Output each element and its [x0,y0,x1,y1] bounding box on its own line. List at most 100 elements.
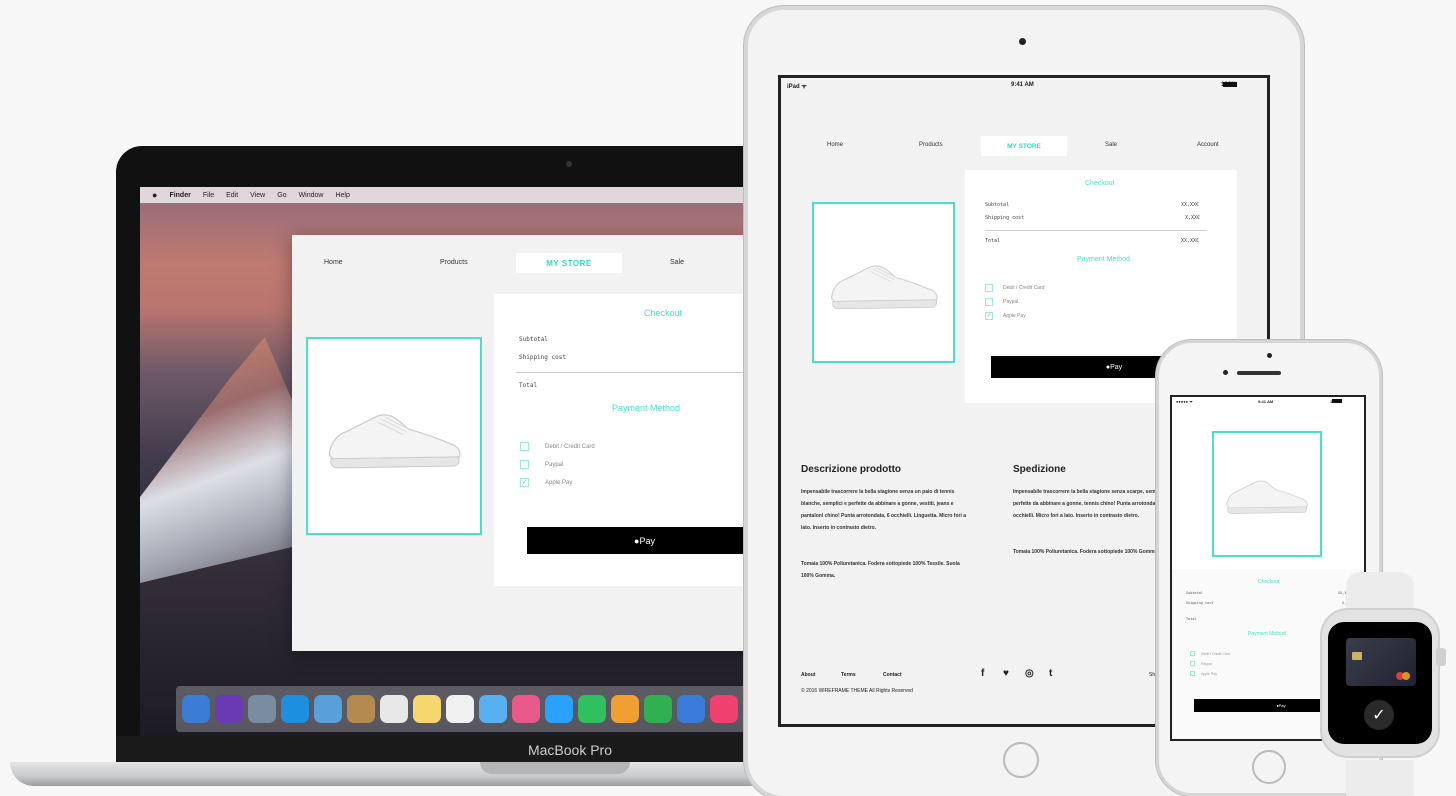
divider [985,230,1207,231]
checkbox-paypal[interactable] [520,460,529,469]
payment-option-applepay[interactable]: ✓ Apple Pay [1190,671,1217,676]
mastercard-icon [1396,672,1410,680]
ipad-camera [1019,38,1026,45]
menu-edit[interactable]: Edit [226,192,238,199]
sneaker-image [328,414,461,469]
footer-about[interactable]: About [801,672,815,678]
photos-icon[interactable] [479,695,507,723]
watch-crown[interactable] [1436,648,1446,666]
payment-option-card[interactable]: Debit / Credit Card [520,442,595,451]
checkbox-paypal[interactable] [1190,661,1195,666]
payment-method-title: Payment Method [612,403,681,413]
nav-products[interactable]: Products [440,259,468,266]
checkout-title: Checkout [1258,579,1280,585]
divider [516,372,760,373]
checkout-title: Checkout [1085,180,1115,187]
checkbox-paypal[interactable] [985,298,993,306]
payment-option-applepay[interactable]: ✓ Apple Pay [520,478,572,487]
shipping-heading: Spedizione [1013,464,1066,475]
macbook-screen: ● Finder File Edit View Go Window Help H… [140,187,760,736]
checkbox-applepay[interactable]: ✓ [1190,671,1195,676]
instagram-icon[interactable]: ◎ [1025,668,1034,679]
watch-band-top [1346,572,1414,612]
itunes-globe-icon[interactable] [512,695,540,723]
launchpad-icon[interactable] [248,695,276,723]
keynote-icon[interactable] [677,695,705,723]
numbers-icon[interactable] [644,695,672,723]
finder-icon[interactable] [182,695,210,723]
nav-sale[interactable]: Sale [670,259,684,266]
iphone-carrier: ●●●●● ᯤ [1176,399,1193,404]
menu-view[interactable]: View [250,192,265,199]
ipad-home-button[interactable] [1003,742,1039,778]
ipad-status-bar: iPad ᯤ 9:41 AM 100% [781,82,1267,94]
footer-terms[interactable]: Terms [841,672,856,678]
payment-option-card[interactable]: Debit / Credit Card [1190,651,1230,656]
ipad-store-nav: Home Products MY STORE Sale Account [781,136,1267,156]
twitter-icon[interactable]: ♥ [1003,668,1009,679]
shipping-label: Shipping cost [985,215,1025,221]
payment-method-title: Payment Method [1248,631,1286,637]
checkbox-applepay[interactable]: ✓ [520,478,529,487]
total-value: XX,XX€ [1181,238,1200,244]
nav-home[interactable]: Home [827,142,843,148]
checkbox-card[interactable] [520,442,529,451]
notes-brown-icon[interactable] [347,695,375,723]
payment-option-paypal[interactable]: Paypal [1190,661,1212,666]
checkbox-card[interactable] [1190,651,1195,656]
credit-card-image [1346,638,1416,686]
total-label: Total [985,238,1001,244]
footer-right-text: Sh [1149,672,1156,678]
tumblr-icon[interactable]: t [1049,668,1052,679]
safari-icon[interactable] [281,695,309,723]
photos-viewer-icon[interactable] [314,695,342,723]
nav-home[interactable]: Home [324,259,343,266]
iphone-home-button[interactable] [1252,750,1286,784]
subtotal-label: Subtotal [985,202,1010,208]
apple-icon[interactable]: ● [152,190,157,200]
facetime-icon[interactable] [578,695,606,723]
menu-go[interactable]: Go [277,192,286,199]
ipad-time: 9:41 AM [1011,82,1034,88]
iphone-time: 9:41 AM [1258,399,1274,404]
option-label: Paypal [1201,661,1212,666]
sneaker-image [1226,480,1309,515]
store-logo[interactable]: MY STORE [981,136,1067,156]
payment-option-applepay[interactable]: ✓ Apple Pay [985,312,1026,320]
store-logo[interactable]: MY STORE [516,253,622,273]
store-nav: Home Products MY STORE Sale [292,253,760,273]
menu-help[interactable]: Help [335,192,349,199]
itunes-icon[interactable] [710,695,738,723]
footer-copyright: © 2016 WIREFRAME THEME All Rights Reserv… [801,688,913,694]
watch-band-bottom [1346,760,1414,796]
stickies-icon[interactable] [413,695,441,723]
checkbox-card[interactable] [985,284,993,292]
option-label: Apple Pay [1003,313,1026,319]
reminders-icon[interactable] [446,695,474,723]
option-label: Debit / Credit Card [1201,651,1230,656]
messages-icon[interactable] [545,695,573,723]
nav-products[interactable]: Products [919,142,943,148]
macbook-camera [566,161,572,167]
payment-option-paypal[interactable]: Paypal [520,460,563,469]
payment-option-card[interactable]: Debit / Credit Card [985,284,1044,292]
footer-contact[interactable]: Contact [883,672,902,678]
checkbox-applepay[interactable]: ✓ [985,312,993,320]
nav-account[interactable]: Account [1197,142,1219,148]
pages-icon[interactable] [611,695,639,723]
store-window: Home Products MY STORE Sale Checkout Sub… [292,235,760,651]
menu-window[interactable]: Window [299,192,324,199]
siri-icon[interactable] [215,695,243,723]
macbook-label: MacBook Pro [527,742,613,758]
menu-finder[interactable]: Finder [169,192,190,199]
mac-menubar: ● Finder File Edit View Go Window Help [140,187,760,203]
facebook-icon[interactable]: f [981,668,984,679]
payment-option-paypal[interactable]: Paypal [985,298,1018,306]
sneaker-image [830,265,938,310]
calendar-icon[interactable] [380,695,408,723]
checkout-panel: Checkout Subtotal Shipping cost Total Pa… [494,294,760,586]
menu-file[interactable]: File [203,192,214,199]
apple-pay-button[interactable]: ● Pay [527,527,760,554]
nav-sale[interactable]: Sale [1105,142,1117,148]
subtotal-label: Subtotal [1186,591,1203,595]
